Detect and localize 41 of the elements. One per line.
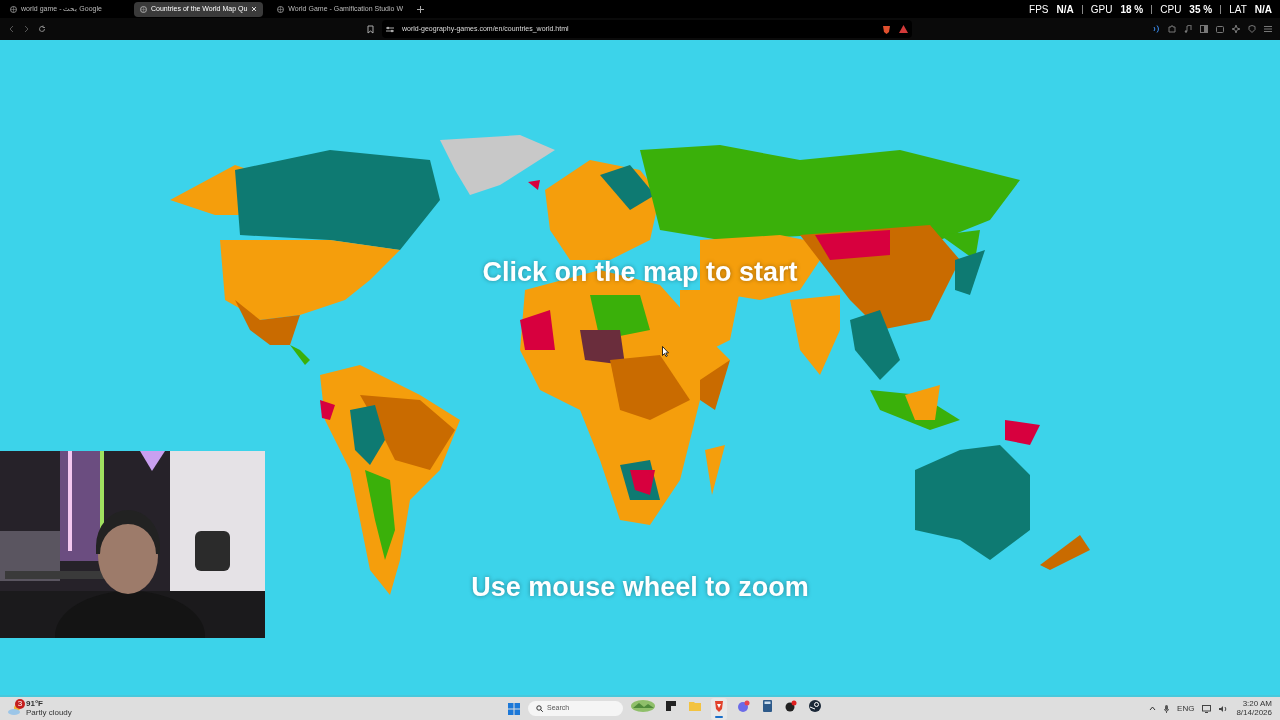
perf-label: FPS bbox=[1029, 2, 1049, 17]
site-settings-icon bbox=[386, 25, 394, 33]
speaker-icon[interactable] bbox=[1219, 704, 1229, 713]
globe-icon bbox=[10, 5, 17, 13]
perf-value: 18 % bbox=[1120, 2, 1144, 17]
perf-label: LAT bbox=[1229, 2, 1247, 17]
mouse-cursor-icon bbox=[662, 346, 669, 357]
menu-icon[interactable] bbox=[1264, 25, 1272, 33]
music-icon[interactable] bbox=[1184, 25, 1192, 33]
monitor-icon[interactable] bbox=[1202, 704, 1212, 713]
notification-badge: 3 bbox=[15, 698, 25, 709]
back-icon[interactable] bbox=[8, 25, 15, 33]
language-indicator[interactable]: ENG bbox=[1177, 702, 1195, 715]
weather-condition: Partly cloudy bbox=[26, 708, 72, 718]
perf-value: N/A bbox=[1056, 2, 1074, 17]
bookmark-icon[interactable] bbox=[367, 24, 374, 34]
perf-value: 35 % bbox=[1189, 2, 1213, 17]
zoom-hint: Use mouse wheel to zoom bbox=[471, 572, 809, 602]
search-icon bbox=[536, 705, 543, 712]
forward-icon[interactable] bbox=[23, 25, 30, 33]
close-icon[interactable] bbox=[251, 6, 258, 12]
audio-icon[interactable] bbox=[1153, 25, 1160, 33]
clock-time[interactable]: 3:20 AM bbox=[1236, 699, 1272, 709]
lion-shield-icon[interactable] bbox=[882, 24, 891, 34]
sidebar-icon[interactable] bbox=[1200, 25, 1208, 33]
clock-date[interactable]: 8/14/2026 bbox=[1236, 708, 1272, 718]
chevron-up-icon[interactable] bbox=[1149, 706, 1157, 711]
lion-shield-icon[interactable] bbox=[711, 697, 727, 720]
triangle-icon[interactable] bbox=[899, 25, 908, 33]
globe-icon bbox=[277, 5, 285, 13]
perf-label: GPU bbox=[1090, 2, 1113, 17]
reload-icon[interactable] bbox=[38, 25, 46, 33]
microphone-icon[interactable] bbox=[1164, 704, 1170, 713]
new-tab-icon[interactable] bbox=[417, 5, 424, 13]
temperature: 91°F bbox=[26, 699, 44, 709]
perf-label: CPU bbox=[1160, 2, 1182, 17]
start-icon[interactable] bbox=[508, 702, 520, 715]
globe-icon bbox=[140, 5, 147, 13]
sparkle-icon[interactable] bbox=[1232, 25, 1240, 33]
perf-value: N/A bbox=[1254, 2, 1272, 17]
wallet-icon[interactable] bbox=[1216, 25, 1224, 33]
